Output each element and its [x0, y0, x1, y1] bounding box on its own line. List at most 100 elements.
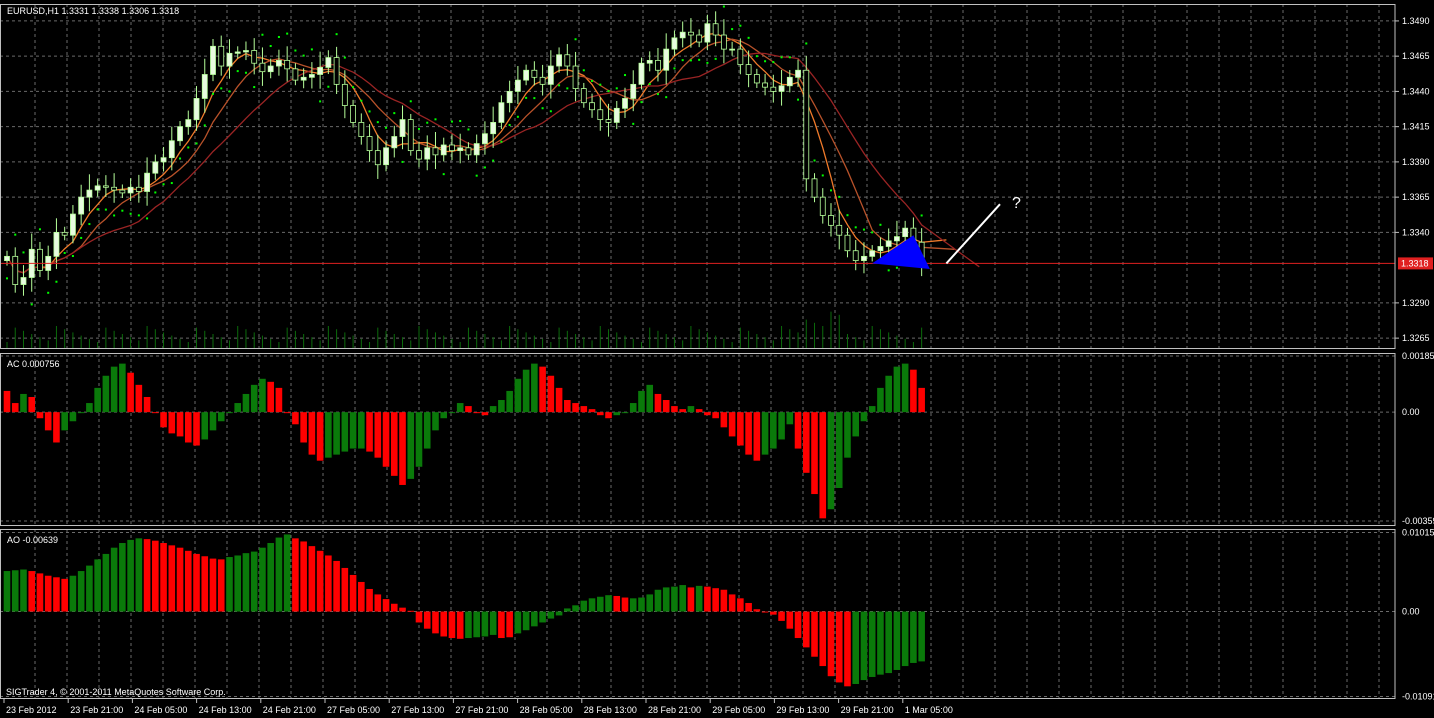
ac-bar-88	[728, 412, 736, 437]
ac-histogram	[3, 363, 925, 519]
ao-bar-88	[728, 594, 736, 612]
ac-bar-18	[152, 412, 159, 414]
ac-bar-99	[819, 412, 827, 519]
ao-label: AO -0.00639	[7, 535, 58, 545]
ao-axis: 0.01015 0.00 -0.01091	[1402, 528, 1434, 702]
candle-body-8	[70, 213, 76, 236]
ac-axis-label-2: -0.00359	[1402, 516, 1434, 526]
psar-dot-29	[244, 71, 247, 74]
ao-bar-47	[390, 603, 398, 612]
candle-body-4	[37, 248, 43, 271]
ao-axis-label-1: 0.00	[1402, 607, 1420, 617]
candle-body-66	[547, 65, 554, 85]
psar-dot-40	[335, 33, 338, 36]
ao-bar-1	[11, 570, 19, 612]
ao-bar-89	[737, 598, 744, 612]
candle-body-67	[556, 54, 562, 67]
ao-bar-48	[399, 607, 406, 612]
ac-bar-6	[53, 412, 60, 443]
candle-body-27	[226, 52, 233, 67]
ac-bar-4	[36, 412, 44, 419]
ao-bar-71	[588, 598, 596, 612]
chart-window[interactable]: EURUSD,H1 1.3331 1.3338 1.3306 1.3318 AC…	[0, 0, 1434, 718]
candle-body-105	[869, 250, 876, 257]
copyright-text: SIGTrader 4, © 2001-2011 MetaQuotes Soft…	[6, 687, 226, 697]
candle-body-65	[539, 76, 546, 85]
price-label-1: 1.3465	[1402, 51, 1430, 61]
ac-bar-54	[448, 412, 456, 414]
ac-bar-39	[325, 412, 332, 458]
time-label-8: 28 Feb 05:00	[520, 705, 573, 715]
ao-bar-40	[333, 560, 340, 612]
ao-bar-94	[778, 611, 785, 621]
ao-bar-74	[613, 595, 621, 612]
candle-body-75	[622, 98, 628, 109]
candle-body-21	[177, 126, 183, 142]
ac-bar-8	[69, 412, 77, 422]
psar-dot-99	[821, 174, 824, 177]
ac-bar-12	[102, 375, 110, 413]
ao-bar-70	[580, 600, 588, 612]
psar-dot-86	[714, 57, 717, 60]
psar-dot-97	[805, 42, 808, 45]
psar-dot-11	[96, 208, 99, 211]
chart-canvas[interactable]: EURUSD,H1 1.3331 1.3338 1.3306 1.3318 AC…	[0, 0, 1434, 718]
ac-bar-26	[217, 412, 225, 422]
ac-bar-73	[605, 412, 612, 419]
ac-bar-80	[662, 400, 670, 413]
ao-bar-63	[522, 611, 530, 631]
ac-bar-22	[184, 412, 192, 443]
ac-bar-20	[168, 412, 176, 434]
ac-bar-44	[366, 412, 373, 452]
candle-body-52	[432, 147, 439, 156]
candle-body-0	[4, 255, 10, 261]
time-label-11: 29 Feb 05:00	[712, 705, 765, 715]
ac-bar-32	[267, 381, 274, 413]
ao-bar-46	[382, 599, 390, 612]
candle-body-24	[201, 74, 208, 99]
candle-body-84	[696, 34, 703, 43]
ac-bar-106	[877, 387, 884, 413]
psar-dot-90	[747, 36, 750, 39]
ao-bar-25	[209, 558, 217, 612]
ao-bar-7	[61, 578, 68, 612]
candle-body-41	[341, 83, 348, 106]
ao-bar-2	[20, 569, 27, 612]
psar-dot-13	[113, 214, 116, 217]
ac-bar-69	[572, 403, 579, 413]
psar-dot-24	[203, 124, 206, 127]
ao-bar-13	[110, 547, 118, 612]
ao-bar-107	[885, 611, 892, 674]
ac-bar-10	[86, 403, 93, 413]
ao-bar-97	[802, 611, 810, 648]
candle-body-73	[605, 119, 612, 123]
ao-bar-100	[827, 611, 835, 677]
psar-dot-96	[797, 98, 800, 101]
ac-bar-78	[646, 384, 654, 413]
psar-dot-18	[154, 191, 157, 194]
candle-body-2	[20, 277, 27, 285]
ac-bar-101	[835, 412, 843, 488]
candle-body-35	[292, 68, 299, 81]
ao-bar-26	[217, 559, 225, 612]
candle-body-16	[135, 186, 142, 192]
parabolic-sar	[6, 5, 923, 306]
ao-bar-109	[901, 611, 909, 667]
ao-bar-17	[143, 539, 151, 612]
ao-bar-33	[275, 537, 283, 612]
time-label-6: 27 Feb 13:00	[391, 705, 444, 715]
ao-bar-91	[753, 609, 761, 612]
ac-bar-111	[918, 387, 925, 413]
psar-dot-56	[467, 128, 470, 131]
blue-wedge-shape	[872, 203, 1001, 270]
time-label-3: 24 Feb 13:00	[199, 705, 252, 715]
candle-body-20	[168, 140, 175, 159]
psar-dot-72	[599, 83, 602, 86]
psar-dot-8	[71, 255, 74, 258]
ac-bar-35	[292, 412, 299, 425]
ao-bar-39	[325, 555, 332, 612]
psar-dot-31	[261, 33, 264, 36]
psar-dot-79	[656, 93, 659, 96]
psar-dot-88	[731, 28, 734, 31]
ac-bar-43	[358, 412, 365, 449]
